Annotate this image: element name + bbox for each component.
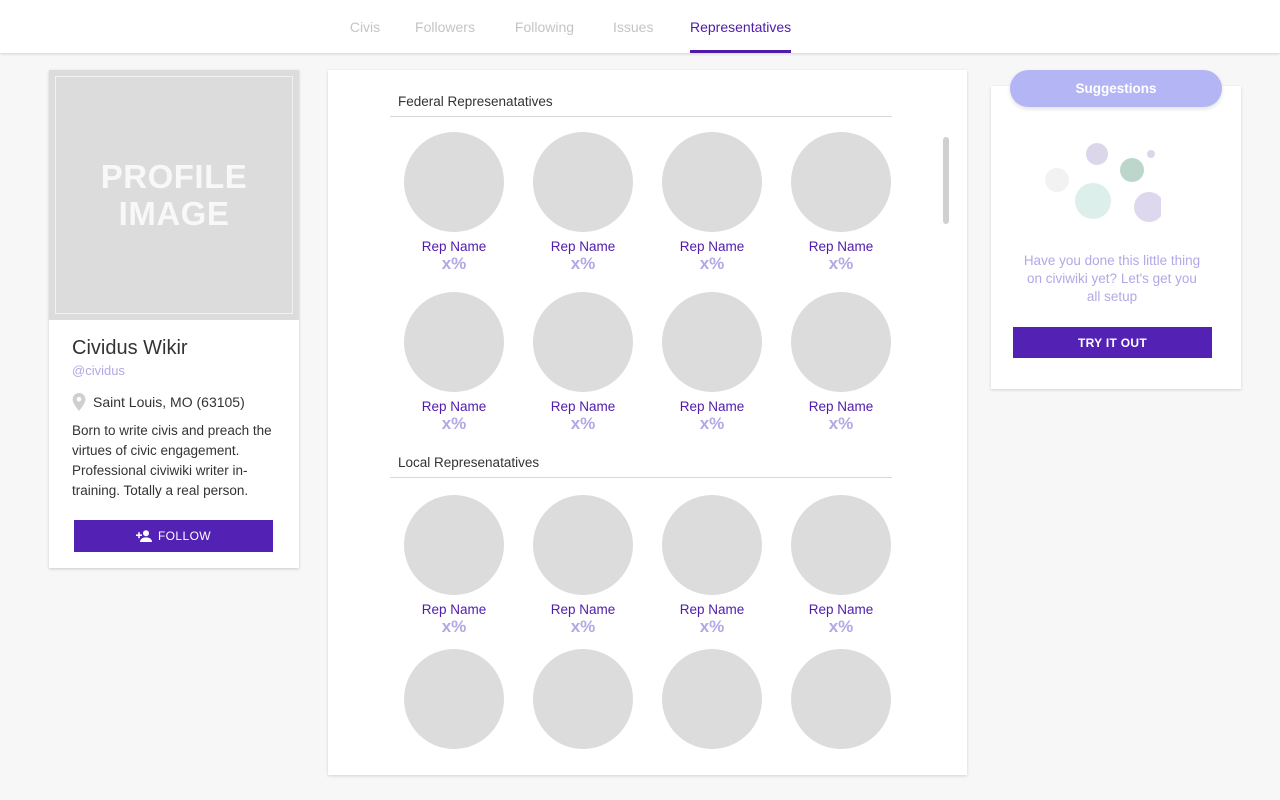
- rep-name: Rep Name: [421, 399, 487, 414]
- top-nav-bar: Civis Followers Following Issues Represe…: [0, 0, 1280, 53]
- tab-following[interactable]: Following: [513, 0, 576, 53]
- rep-avatar: [533, 649, 633, 749]
- federal-rep-card[interactable]: Rep Name x%: [399, 292, 509, 433]
- follow-button[interactable]: FOLLOW: [74, 520, 273, 552]
- rep-avatar: [791, 495, 891, 595]
- tab-followers[interactable]: Followers: [413, 0, 477, 53]
- local-rep-card[interactable]: Rep Name x%: [399, 495, 509, 636]
- federal-rep-card[interactable]: Rep Name x%: [786, 292, 896, 433]
- rep-percentage: x%: [828, 617, 854, 636]
- profile-image: PROFILE IMAGE: [49, 70, 299, 320]
- suggestions-title-pill: Suggestions: [1010, 70, 1222, 107]
- federal-section-title: Federal Represenatatives: [398, 94, 553, 109]
- follow-button-label: FOLLOW: [157, 529, 212, 543]
- rep-avatar: [791, 292, 891, 392]
- location-pin-icon: [72, 393, 86, 411]
- rep-name: Rep Name: [808, 239, 874, 254]
- federal-rep-card[interactable]: Rep Name x%: [786, 132, 896, 273]
- tab-representatives[interactable]: Representatives: [690, 0, 791, 53]
- try-it-out-button[interactable]: TRY IT OUT: [1013, 327, 1212, 358]
- rep-percentage: x%: [441, 617, 467, 636]
- rep-percentage: x%: [699, 414, 725, 433]
- federal-section-divider: [390, 116, 892, 117]
- suggestions-card: Have you done this little thing on civiw…: [991, 86, 1241, 389]
- federal-rep-card[interactable]: Rep Name x%: [399, 132, 509, 273]
- local-rep-card[interactable]: [786, 649, 896, 749]
- tab-civis[interactable]: Civis: [348, 0, 382, 53]
- rep-avatar: [662, 292, 762, 392]
- rep-name: Rep Name: [679, 602, 745, 617]
- rep-name: Rep Name: [421, 239, 487, 254]
- profile-image-text-line2: IMAGE: [118, 195, 230, 232]
- federal-rep-card[interactable]: Rep Name x%: [528, 292, 638, 433]
- profile-location: Saint Louis, MO (63105): [72, 393, 245, 411]
- local-rep-card[interactable]: [528, 649, 638, 749]
- local-rep-card[interactable]: Rep Name x%: [786, 495, 896, 636]
- scrollbar-thumb[interactable]: [943, 137, 949, 224]
- rep-percentage: x%: [570, 254, 596, 273]
- rep-percentage: x%: [699, 617, 725, 636]
- rep-percentage: x%: [570, 617, 596, 636]
- profile-card: PROFILE IMAGE Cividus Wikir @cividus Sai…: [49, 70, 299, 568]
- rep-percentage: x%: [828, 254, 854, 273]
- rep-name: Rep Name: [421, 602, 487, 617]
- rep-name: Rep Name: [808, 399, 874, 414]
- profile-location-text: Saint Louis, MO (63105): [93, 394, 245, 410]
- bubbles-illustration-icon: [1045, 143, 1161, 222]
- rep-avatar: [404, 649, 504, 749]
- local-rep-card[interactable]: Rep Name x%: [657, 495, 767, 636]
- representatives-panel: Federal Represenatatives Rep Name x% Rep…: [328, 70, 967, 775]
- rep-name: Rep Name: [808, 602, 874, 617]
- rep-avatar: [662, 132, 762, 232]
- rep-avatar: [404, 495, 504, 595]
- rep-percentage: x%: [570, 414, 596, 433]
- rep-name: Rep Name: [679, 399, 745, 414]
- rep-name: Rep Name: [550, 399, 616, 414]
- rep-name: Rep Name: [679, 239, 745, 254]
- rep-percentage: x%: [699, 254, 725, 273]
- rep-percentage: x%: [441, 414, 467, 433]
- tab-issues[interactable]: Issues: [613, 0, 653, 53]
- suggestions-text: Have you done this little thing on civiw…: [1023, 253, 1201, 304]
- rep-avatar: [662, 495, 762, 595]
- profile-bio: Born to write civis and preach the virtu…: [72, 423, 272, 498]
- rep-avatar: [404, 292, 504, 392]
- local-section-title: Local Represenatatives: [398, 455, 540, 470]
- profile-handle[interactable]: @cividus: [72, 363, 125, 378]
- rep-avatar: [533, 495, 633, 595]
- local-section-divider: [390, 477, 892, 478]
- add-person-icon: [135, 530, 152, 542]
- federal-rep-card[interactable]: Rep Name x%: [528, 132, 638, 273]
- local-rep-card[interactable]: [657, 649, 767, 749]
- rep-percentage: x%: [828, 414, 854, 433]
- rep-avatar: [404, 132, 504, 232]
- rep-avatar: [791, 132, 891, 232]
- try-it-out-label: TRY IT OUT: [1078, 335, 1147, 350]
- rep-avatar: [662, 649, 762, 749]
- profile-name: Cividus Wikir: [72, 337, 188, 359]
- profile-image-text-line1: PROFILE: [100, 158, 248, 195]
- rep-percentage: x%: [441, 254, 467, 273]
- rep-name: Rep Name: [550, 239, 616, 254]
- rep-name: Rep Name: [550, 602, 616, 617]
- local-rep-card[interactable]: Rep Name x%: [528, 495, 638, 636]
- rep-avatar: [791, 649, 891, 749]
- local-rep-card[interactable]: [399, 649, 509, 749]
- rep-avatar: [533, 292, 633, 392]
- profile-image-placeholder: PROFILE IMAGE: [55, 76, 293, 314]
- rep-avatar: [533, 132, 633, 232]
- federal-rep-card[interactable]: Rep Name x%: [657, 292, 767, 433]
- federal-rep-card[interactable]: Rep Name x%: [657, 132, 767, 273]
